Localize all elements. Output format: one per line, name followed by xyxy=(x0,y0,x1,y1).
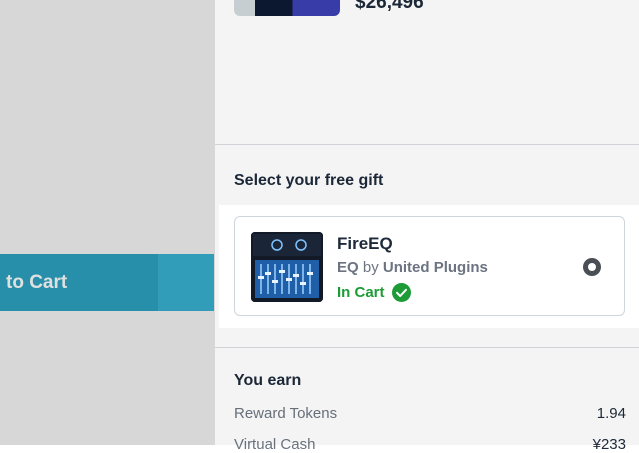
gift-plugin-thumbnail xyxy=(251,232,323,302)
gift-status-text: In Cart xyxy=(337,284,385,301)
cart-item-price: $26,496 xyxy=(355,0,424,13)
gift-by-text: by xyxy=(362,259,379,276)
add-to-cart-label: to Cart xyxy=(6,272,68,293)
cart-item-thumbnail xyxy=(234,0,340,16)
earn-value: 1.94 xyxy=(596,405,626,422)
gift-section-title: Select your free gift xyxy=(234,172,384,189)
divider xyxy=(215,144,639,145)
add-to-cart-button[interactable]: to Cart xyxy=(0,254,214,311)
product-page-background xyxy=(0,0,215,445)
gift-radio-button[interactable] xyxy=(583,258,601,276)
check-circle-icon xyxy=(391,283,411,302)
gift-status: In Cart xyxy=(337,283,411,302)
earn-section-title: You earn xyxy=(234,372,302,389)
divider xyxy=(215,347,639,348)
gift-name: FireEQ xyxy=(337,234,393,253)
add-to-cart-segment xyxy=(158,254,214,311)
gift-option-card[interactable]: FireEQ EQ by United Plugins In Cart xyxy=(234,216,625,316)
gift-category-link[interactable]: EQ xyxy=(337,259,359,276)
earn-row-reward-tokens: Reward Tokens 1.94 xyxy=(234,405,626,422)
earn-label: Reward Tokens xyxy=(234,405,338,422)
gift-vendor-link[interactable]: United Plugins xyxy=(383,259,488,276)
gift-meta: EQ by United Plugins xyxy=(337,259,488,276)
